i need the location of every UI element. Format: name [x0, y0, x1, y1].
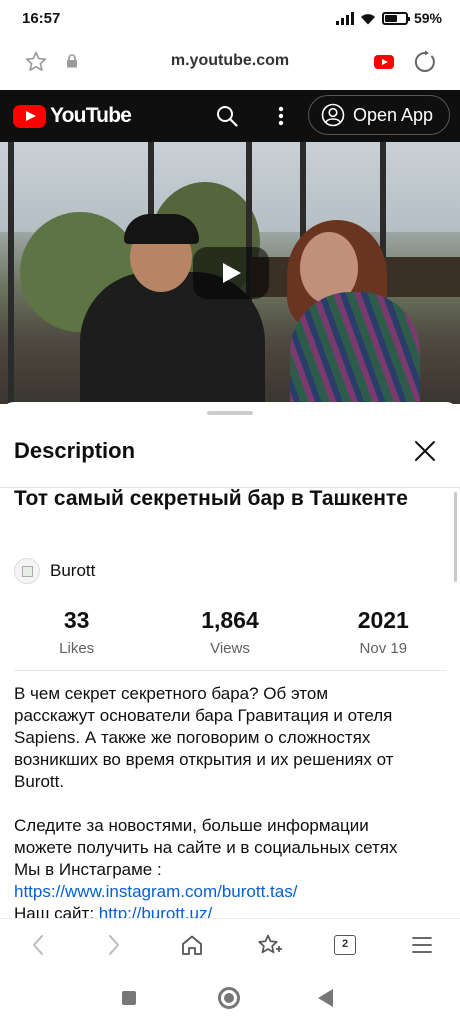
signal-icon	[335, 11, 354, 25]
stat-label: Views	[210, 640, 250, 657]
open-app-button[interactable]: Open App	[308, 95, 450, 135]
reload-icon[interactable]	[413, 50, 437, 74]
browser-url-bar: m.youtube.com	[0, 34, 460, 90]
stat-label: Likes	[59, 640, 95, 657]
description-line: расскажут основатели бара Гравитация и о…	[14, 706, 393, 725]
youtube-logo-text: YouTube	[50, 104, 132, 127]
scrollbar[interactable]	[454, 492, 457, 582]
search-icon[interactable]	[216, 105, 238, 127]
description-paragraph: Следите за новостями, больше информации …	[14, 815, 450, 918]
description-sheet: Description Тот самый секретный бар в Та…	[0, 402, 460, 918]
system-back-icon[interactable]	[318, 989, 333, 1007]
instagram-link[interactable]: https://www.instagram.com/burott.tas/	[14, 881, 450, 903]
more-vert-icon[interactable]	[278, 106, 284, 126]
video-player[interactable]	[0, 142, 460, 404]
back-icon[interactable]	[30, 933, 46, 957]
video-title: Тот самый секретный бар в Ташкенте	[14, 487, 408, 510]
youtube-logo[interactable]: YouTube	[13, 104, 132, 128]
system-nav-bar	[0, 974, 460, 1024]
video-frame-beam	[8, 142, 14, 404]
battery-percent: 59%	[413, 10, 442, 26]
stat-value: 2021	[357, 607, 409, 633]
drag-handle[interactable]	[207, 411, 253, 415]
stat-label: Nov 19	[359, 640, 408, 657]
youtube-icon[interactable]	[374, 55, 394, 69]
open-app-label: Open App	[353, 104, 434, 125]
youtube-header: YouTube Open App	[0, 90, 460, 142]
menu-icon[interactable]	[412, 933, 432, 957]
stat-likes: 33 Likes	[0, 607, 153, 657]
stat-views: 1,864 Views	[153, 607, 306, 657]
status-bar: 16:57 59%	[0, 0, 460, 34]
description-line: Мы в Инстаграме :	[14, 860, 162, 879]
browser-bottom-toolbar: 2	[0, 918, 460, 974]
forward-icon[interactable]	[106, 933, 122, 957]
channel-name[interactable]: Burott	[50, 561, 95, 581]
youtube-logo-icon	[13, 104, 46, 128]
description-paragraph: В чем секрет секретного бара? Об этом ра…	[14, 683, 450, 793]
description-line: В чем секрет секретного бара? Об этом	[14, 684, 329, 703]
video-frame-woman	[290, 292, 420, 404]
account-icon	[321, 103, 345, 127]
status-time: 16:57	[22, 10, 61, 27]
description-text: В чем секрет секретного бара? Об этом ра…	[14, 683, 450, 918]
video-frame-cap	[124, 214, 199, 244]
wifi-icon	[360, 13, 375, 24]
bookmark-star-icon[interactable]	[256, 933, 282, 957]
description-line: Burott.	[14, 772, 65, 791]
description-line: Следите за новостями, больше информации	[14, 816, 369, 835]
sheet-title: Description	[14, 438, 136, 463]
system-home-icon[interactable]	[218, 987, 240, 1009]
divider	[14, 670, 446, 671]
tabs-icon[interactable]: 2	[334, 935, 356, 955]
channel-row[interactable]: Burott	[14, 558, 95, 584]
tab-count: 2	[341, 938, 349, 950]
site-link[interactable]: http://burott.uz/	[99, 904, 212, 918]
site-label: Наш сайт:	[14, 904, 95, 918]
recents-icon[interactable]	[122, 991, 136, 1005]
site-line: Наш сайт: http://burott.uz/	[14, 903, 450, 918]
close-icon[interactable]	[414, 440, 436, 462]
home-icon[interactable]	[180, 933, 204, 957]
description-line: возникших во время открытия и их решения…	[14, 750, 394, 769]
stat-date: 2021 Nov 19	[307, 607, 460, 657]
stat-value: 1,864	[201, 607, 259, 633]
stat-value: 33	[63, 607, 90, 633]
status-icons: 59%	[335, 10, 442, 26]
description-line: Sapiens. А также же поговорим о сложност…	[14, 728, 371, 747]
stats-row: 33 Likes 1,864 Views 2021 Nov 19	[0, 607, 460, 657]
description-line: можете получить на сайте и в социальных …	[14, 838, 398, 857]
play-icon[interactable]	[193, 247, 269, 299]
battery-icon	[381, 11, 410, 25]
avatar[interactable]	[14, 558, 40, 584]
